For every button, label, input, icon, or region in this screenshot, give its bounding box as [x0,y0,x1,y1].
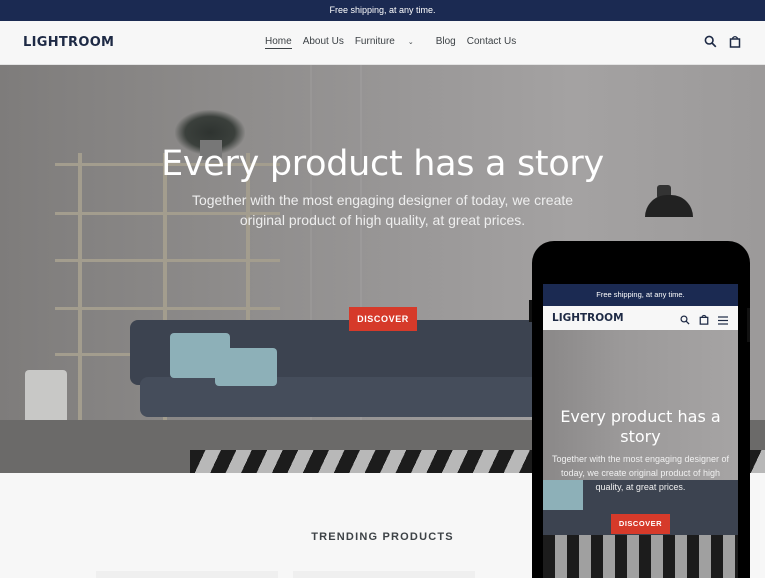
header-icons [704,35,741,53]
search-icon[interactable] [680,312,690,330]
shelf-decor [55,259,280,262]
sofa-decor [140,377,540,417]
hero-title: Every product has a story [161,144,604,184]
rug-decor [543,535,738,578]
search-icon[interactable] [704,35,717,53]
product-card[interactable] [96,571,278,578]
pillow-decor [215,348,277,386]
announcement-bar: Free shipping, at any time. [0,0,765,21]
cart-icon[interactable] [699,312,709,330]
nav-furniture-label: Furniture [354,36,395,47]
nav-blog[interactable]: Blog [436,36,456,49]
phone-side-button [747,308,750,342]
lamp-decor [645,195,693,217]
product-card[interactable] [293,571,475,578]
shelf-decor [55,307,280,310]
nav-contact-us[interactable]: Contact Us [467,36,516,49]
menu-icon[interactable] [718,312,728,330]
cart-icon[interactable] [729,35,741,53]
mobile-header-icons [680,312,728,330]
mobile-announcement-text: Free shipping, at any time. [596,290,685,299]
announcement-text: Free shipping, at any time. [329,5,436,15]
phone-side-button [529,300,532,322]
nav-about-us[interactable]: About Us [303,36,344,49]
hero-subtitle: Together with the most engaging designer… [191,192,574,228]
discover-button[interactable]: DISCOVER [349,307,417,331]
mobile-logo[interactable]: LIGHTROOM [552,312,624,324]
logo[interactable]: LIGHTROOM [23,35,114,50]
chevron-down-icon: ⌄ [407,39,414,46]
mobile-hero-subtitle: Together with the most engaging designer… [551,454,730,492]
main-nav: Home About Us Furniture ⌄ Blog Contact Us [265,36,527,49]
shelf-decor [55,353,135,356]
nav-home[interactable]: Home [265,36,292,49]
mobile-screen: Free shipping, at any time. LIGHTROOM Ev… [543,284,738,578]
mobile-announcement-bar: Free shipping, at any time. [543,284,738,306]
mobile-hero-title: Every product has a story [560,407,721,446]
shelf-decor [78,153,82,423]
mobile-header: LIGHTROOM [543,306,738,330]
mobile-hero-banner: Every product has a story Together with … [543,330,738,578]
nav-furniture[interactable]: Furniture ⌄ [355,36,425,49]
mobile-discover-button[interactable]: DISCOVER [611,514,670,534]
site-header: LIGHTROOM Home About Us Furniture ⌄ Blog … [0,21,765,65]
